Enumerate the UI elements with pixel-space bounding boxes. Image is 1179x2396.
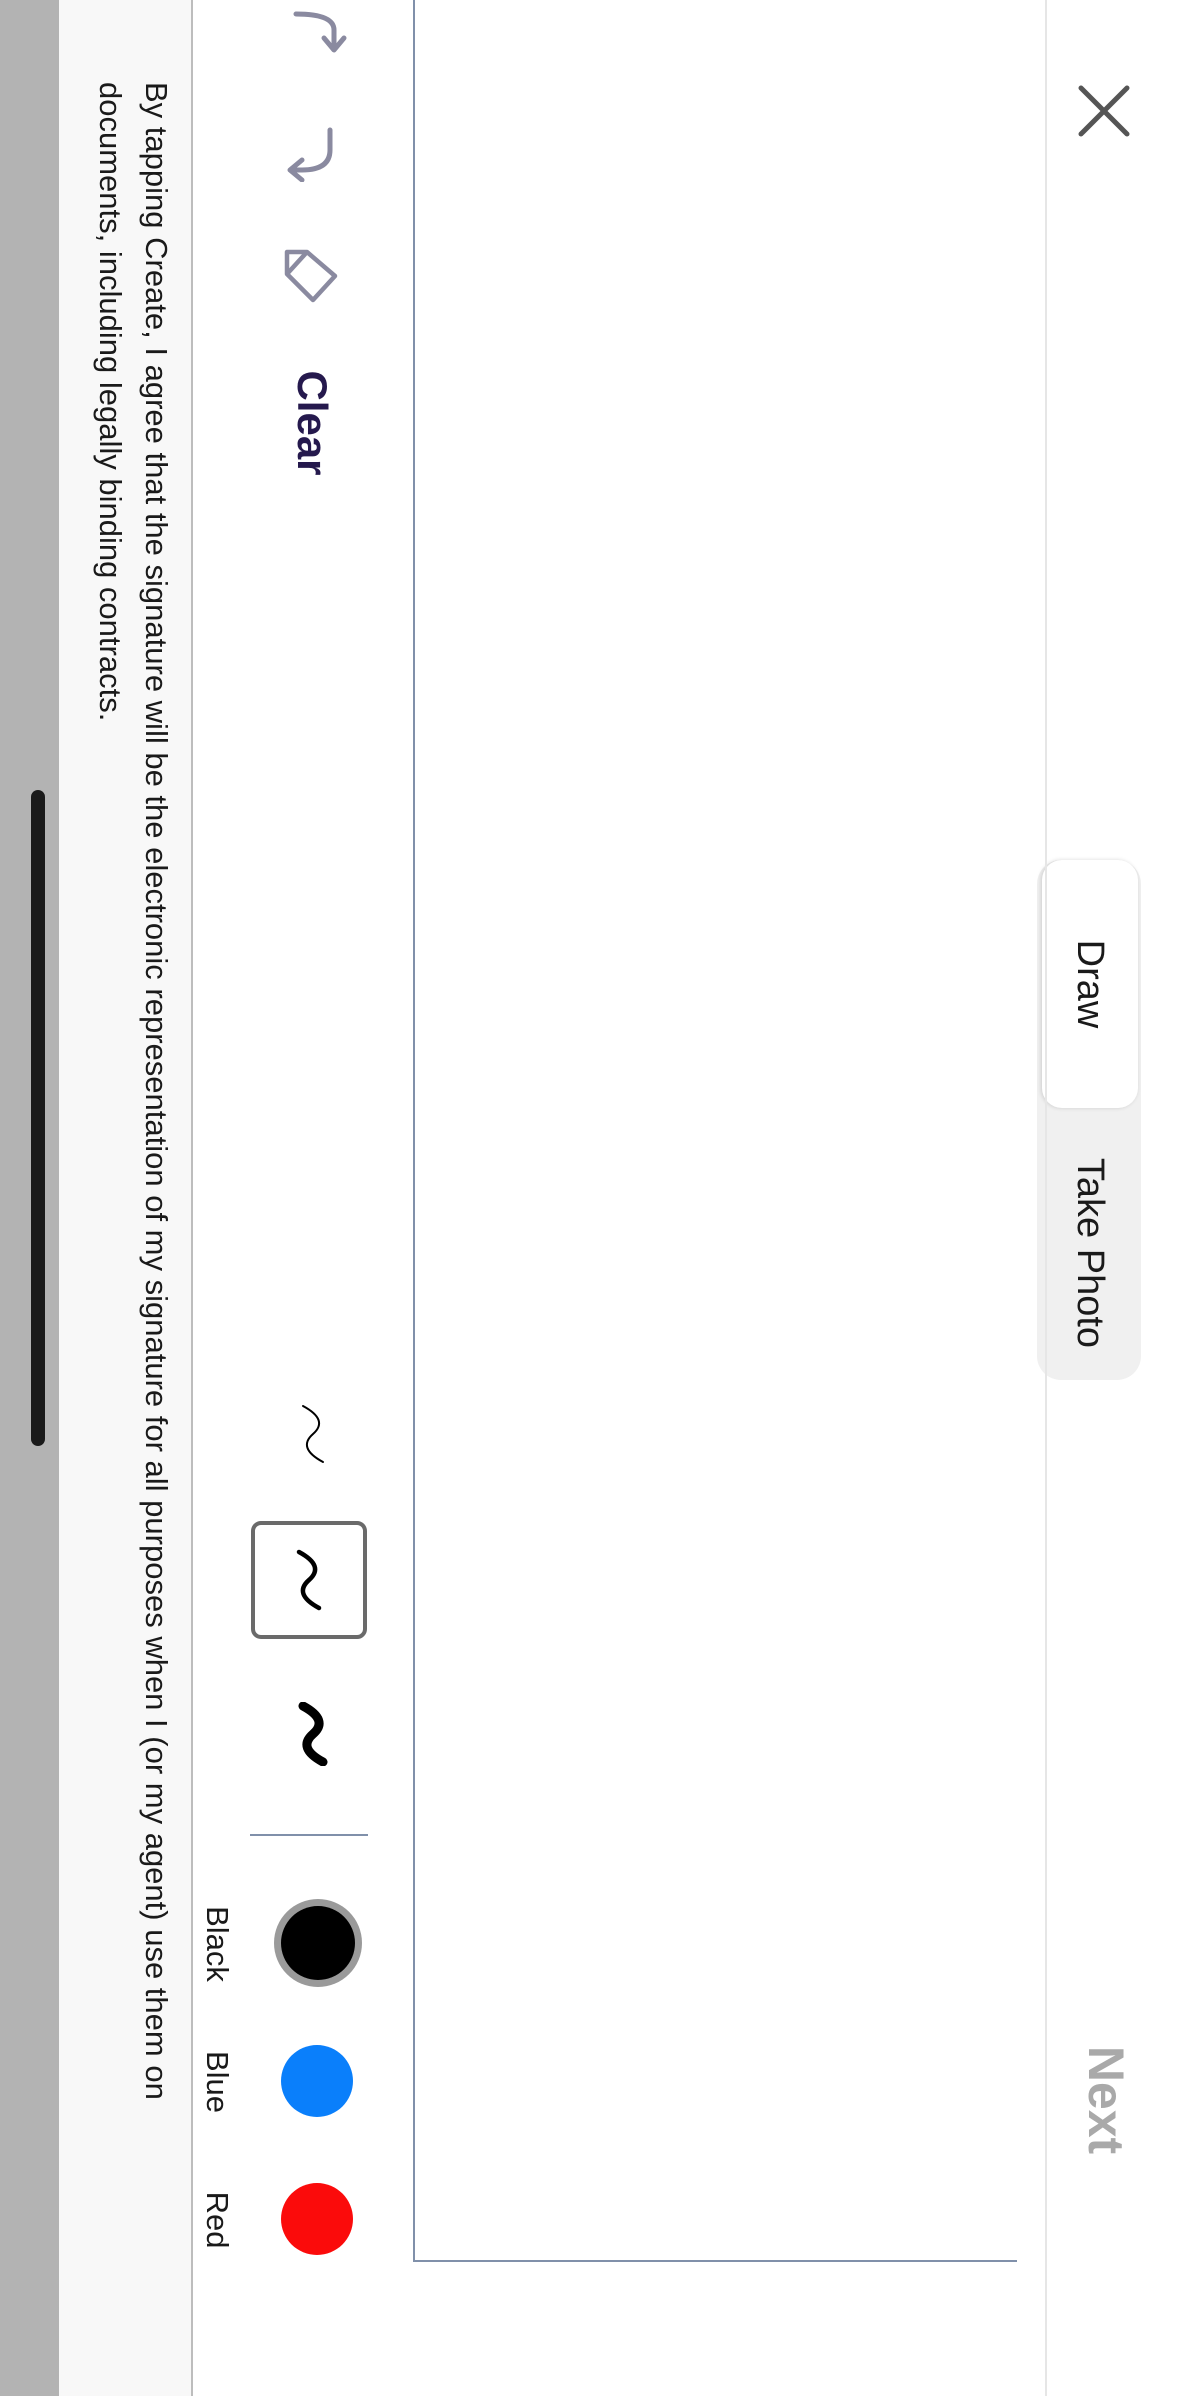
color-label-black: Black: [200, 1906, 235, 1982]
signature-canvas[interactable]: [413, 0, 1017, 2262]
stroke-thin-option[interactable]: [273, 1394, 353, 1474]
color-swatch-black[interactable]: [281, 1906, 355, 1980]
redo-button[interactable]: [273, 120, 353, 182]
home-indicator[interactable]: [31, 790, 45, 1446]
toolbar-divider: [250, 1834, 368, 1836]
clear-button[interactable]: Clear: [277, 360, 347, 486]
undo-button[interactable]: [273, 0, 353, 62]
signature-screen: Draw Take Photo Next Clear Black Blue Re…: [0, 0, 1179, 2396]
stroke-medium-option[interactable]: [251, 1521, 367, 1639]
bottom-divider: [191, 0, 193, 2396]
close-icon: [1078, 85, 1130, 137]
color-label-red: Red: [200, 2191, 235, 2249]
eraser-button[interactable]: [273, 244, 353, 310]
tab-take-photo[interactable]: Take Photo: [1042, 1138, 1138, 1368]
color-swatch-blue[interactable]: [281, 2045, 353, 2117]
stroke-thick-option[interactable]: [273, 1694, 353, 1774]
next-button[interactable]: Next: [1071, 2040, 1141, 2160]
thick-stroke-icon: [298, 1702, 328, 1766]
thin-stroke-icon: [302, 1405, 324, 1463]
header-divider: [1045, 0, 1047, 2396]
close-button[interactable]: [1069, 76, 1139, 146]
eraser-icon: [284, 249, 338, 303]
color-label-blue: Blue: [200, 2050, 235, 2114]
undo-icon: [293, 11, 347, 53]
tab-draw[interactable]: Draw: [1042, 860, 1138, 1108]
redo-icon: [287, 127, 333, 182]
system-gesture-bar-area: [0, 0, 59, 2396]
color-swatch-red[interactable]: [281, 2183, 353, 2255]
medium-stroke-icon: [296, 1549, 322, 1611]
signature-disclaimer: By tapping Create, I agree that the sign…: [93, 82, 174, 2100]
